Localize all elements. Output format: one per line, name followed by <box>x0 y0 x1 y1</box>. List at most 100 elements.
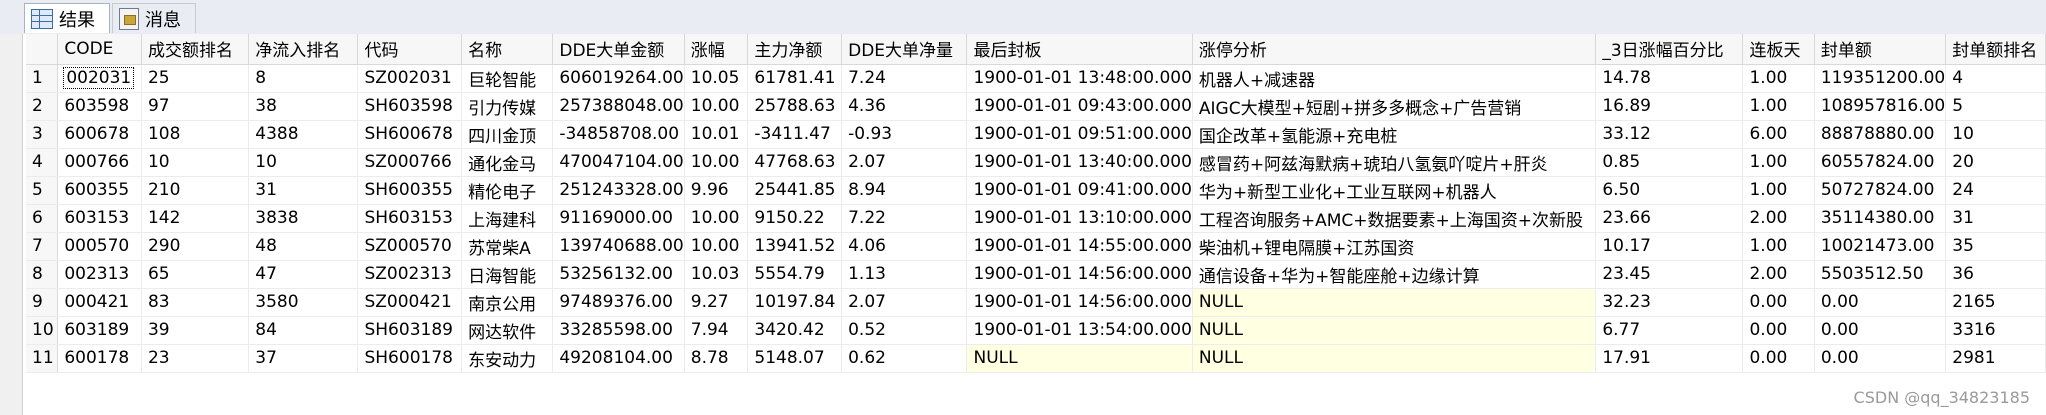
table-cell[interactable]: 65 <box>141 260 250 289</box>
table-cell[interactable]: 南京公用 <box>461 288 554 317</box>
table-cell[interactable]: SH603189 <box>357 316 463 345</box>
table-cell[interactable]: 4 <box>1945 64 2046 93</box>
table-cell[interactable]: 东安动力 <box>461 344 554 373</box>
tab-results[interactable]: 结果 <box>24 3 110 33</box>
row-number-cell[interactable]: 9 <box>26 288 59 317</box>
table-cell[interactable]: 1.00 <box>1742 92 1815 121</box>
table-cell[interactable]: 97 <box>141 92 250 121</box>
table-cell[interactable]: 000570 <box>57 232 142 261</box>
table-cell[interactable]: 5503512.50 <box>1814 260 1947 289</box>
table-cell[interactable]: 25441.85 <box>747 176 843 205</box>
table-cell[interactable]: 000766 <box>57 148 142 177</box>
table-cell[interactable]: 通化金马 <box>461 148 554 177</box>
table-cell[interactable]: 10.00 <box>684 232 749 261</box>
row-number-cell[interactable]: 11 <box>26 344 59 373</box>
table-cell[interactable]: AIGC大模型+短剧+拼多多概念+广告营销 <box>1192 92 1597 121</box>
table-cell[interactable]: 上海建科 <box>461 204 554 233</box>
table-cell[interactable]: 35 <box>1945 232 2046 261</box>
table-cell[interactable]: 10.00 <box>684 148 749 177</box>
table-cell[interactable]: 7.24 <box>841 64 968 93</box>
table-cell[interactable]: 600678 <box>57 120 142 149</box>
table-cell[interactable]: -3411.47 <box>747 120 843 149</box>
table-cell[interactable]: 108957816.00 <box>1814 92 1947 121</box>
table-cell[interactable]: 4.06 <box>841 232 968 261</box>
column-header[interactable]: 最后封板 <box>966 34 1193 65</box>
table-cell[interactable]: 13941.52 <box>747 232 843 261</box>
table-cell[interactable]: 0.00 <box>1742 344 1815 373</box>
column-header[interactable]: 名称 <box>461 34 554 65</box>
selected-cell-value[interactable]: 002031 <box>63 67 135 89</box>
table-cell[interactable]: -0.93 <box>841 120 968 149</box>
table-cell[interactable]: 210 <box>141 176 250 205</box>
table-cell[interactable]: 37 <box>248 344 359 373</box>
row-number-cell[interactable]: 4 <box>26 148 59 177</box>
table-cell[interactable]: 1900-01-01 09:43:00.000 <box>966 92 1193 121</box>
column-header[interactable]: 成交额排名 <box>141 34 250 65</box>
table-cell[interactable]: 1.00 <box>1742 64 1815 93</box>
table-cell[interactable]: 83 <box>141 288 250 317</box>
table-cell[interactable]: 国企改革+氢能源+充电桩 <box>1192 120 1597 149</box>
table-cell[interactable]: 7.94 <box>684 316 749 345</box>
table-cell[interactable]: 2.07 <box>841 288 968 317</box>
table-cell[interactable]: 1900-01-01 09:51:00.000 <box>966 120 1193 149</box>
table-cell[interactable]: 8 <box>248 64 359 93</box>
table-cell[interactable]: 47768.63 <box>747 148 843 177</box>
table-cell[interactable]: 巨轮智能 <box>461 64 554 93</box>
table-cell[interactable]: 精伦电子 <box>461 176 554 205</box>
table-cell[interactable]: 2.07 <box>841 148 968 177</box>
column-header[interactable]: DDE大单净量 <box>841 34 968 65</box>
table-cell[interactable]: 53256132.00 <box>552 260 685 289</box>
table-cell[interactable]: NULL <box>1192 344 1597 373</box>
table-cell[interactable]: 97489376.00 <box>552 288 685 317</box>
table-cell[interactable]: 8.94 <box>841 176 968 205</box>
table-cell[interactable]: SH600678 <box>357 120 463 149</box>
table-cell[interactable]: 日海智能 <box>461 260 554 289</box>
table-cell[interactable]: 1900-01-01 13:48:00.000 <box>966 64 1193 93</box>
table-cell[interactable]: 感冒药+阿兹海默病+琥珀八氢氨吖啶片+肝炎 <box>1192 148 1597 177</box>
table-cell[interactable]: SH600178 <box>357 344 463 373</box>
table-row[interactable]: 9 000421 83 3580 SZ000421 南京公用 97489376.00 9.27… <box>26 288 2046 317</box>
table-cell[interactable]: 23.45 <box>1595 260 1744 289</box>
table-cell[interactable]: 23 <box>141 344 250 373</box>
table-cell[interactable]: NULL <box>966 344 1193 373</box>
table-cell[interactable]: 139740688.00 <box>552 232 685 261</box>
table-cell[interactable]: 49208104.00 <box>552 344 685 373</box>
table-cell[interactable]: 3838 <box>248 204 359 233</box>
column-header[interactable]: 主力净额 <box>747 34 843 65</box>
table-cell[interactable]: 600178 <box>57 344 142 373</box>
table-cell[interactable]: 1900-01-01 14:55:00.000 <box>966 232 1193 261</box>
table-row[interactable]: 2 603598 97 38 SH603598 引力传媒 257388048.00 10.00… <box>26 92 2046 121</box>
table-row[interactable]: 5 600355 210 31 SH600355 精伦电子 251243328.00 9.96… <box>26 176 2046 205</box>
table-cell[interactable]: 通信设备+华为+智能座舱+边缘计算 <box>1192 260 1597 289</box>
table-cell[interactable]: 33285598.00 <box>552 316 685 345</box>
row-number-cell[interactable]: 5 <box>26 176 59 205</box>
table-cell[interactable]: 工程咨询服务+AMC+数据要素+上海国资+次新股 <box>1192 204 1597 233</box>
table-cell[interactable]: -34858708.00 <box>552 120 685 149</box>
table-cell[interactable]: 3580 <box>248 288 359 317</box>
row-number-cell[interactable]: 1 <box>26 64 59 93</box>
table-cell[interactable]: 10.05 <box>684 64 749 93</box>
table-cell[interactable]: 5 <box>1945 92 2046 121</box>
table-cell[interactable]: 4.36 <box>841 92 968 121</box>
table-cell[interactable]: 603189 <box>57 316 142 345</box>
table-cell[interactable]: 60557824.00 <box>1814 148 1947 177</box>
column-header[interactable]: DDE大单金额 <box>552 34 685 65</box>
table-cell[interactable]: 20 <box>1945 148 2046 177</box>
table-cell[interactable]: SZ002031 <box>357 64 463 93</box>
table-row[interactable]: 4 000766 10 10 SZ000766 通化金马 470047104.00 10.00… <box>26 148 2046 177</box>
table-cell[interactable]: 10.00 <box>684 92 749 121</box>
table-cell[interactable]: 2165 <box>1945 288 2046 317</box>
table-cell[interactable]: 1900-01-01 14:56:00.000 <box>966 260 1193 289</box>
table-cell[interactable]: 25 <box>141 64 250 93</box>
table-cell[interactable]: 142 <box>141 204 250 233</box>
table-cell[interactable]: 苏常柴A <box>461 232 554 261</box>
table-cell[interactable]: 84 <box>248 316 359 345</box>
table-cell[interactable]: 0.00 <box>1742 316 1815 345</box>
table-cell[interactable]: 2.00 <box>1742 204 1815 233</box>
table-cell[interactable]: 290 <box>141 232 250 261</box>
row-number-cell[interactable]: 6 <box>26 204 59 233</box>
table-cell[interactable]: NULL <box>1192 288 1597 317</box>
table-cell[interactable]: 1900-01-01 13:10:00.000 <box>966 204 1193 233</box>
table-row[interactable]: 8 002313 65 47 SZ002313 日海智能 53256132.00 10.03 5… <box>26 260 2046 289</box>
column-header[interactable]: 代码 <box>357 34 463 65</box>
